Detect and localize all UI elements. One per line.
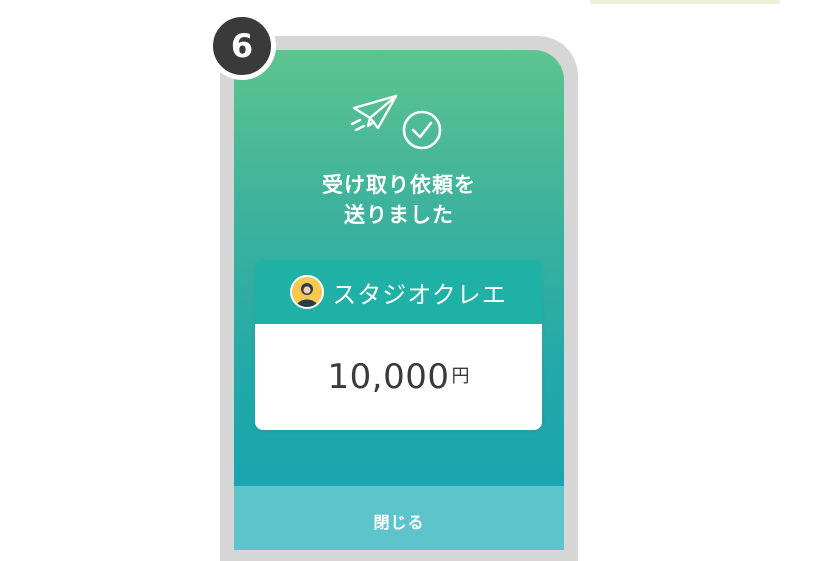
step-number-badge: 6 [208,12,276,80]
check-circle-icon [402,110,442,150]
request-card: スタジオクレエ 10,000 円 [255,260,542,430]
confirmation-message: 受け取り依頼を 送りました [234,170,564,230]
recipient-header: スタジオクレエ [255,260,542,324]
top-accent-strip [590,0,780,4]
recipient-name: スタジオクレエ [332,280,507,309]
close-button[interactable]: 閉じる [234,486,564,550]
close-button-label: 閉じる [373,513,425,532]
currency-unit: 円 [451,366,470,387]
confirmation-screen: 受け取り依頼を 送りました スタジオクレエ 10,000 円 閉じる [234,50,564,550]
paper-plane-icon [350,94,398,132]
page: 受け取り依頼を 送りました スタジオクレエ 10,000 円 閉じる 6 [0,0,813,561]
person-avatar-icon [290,275,325,309]
amount-area: 10,000 円 [255,324,542,430]
amount-value: 10,000 [327,357,450,397]
sent-illustration [350,94,442,150]
message-line-2: 送りました [344,203,454,227]
message-line-1: 受け取り依頼を [322,173,476,197]
